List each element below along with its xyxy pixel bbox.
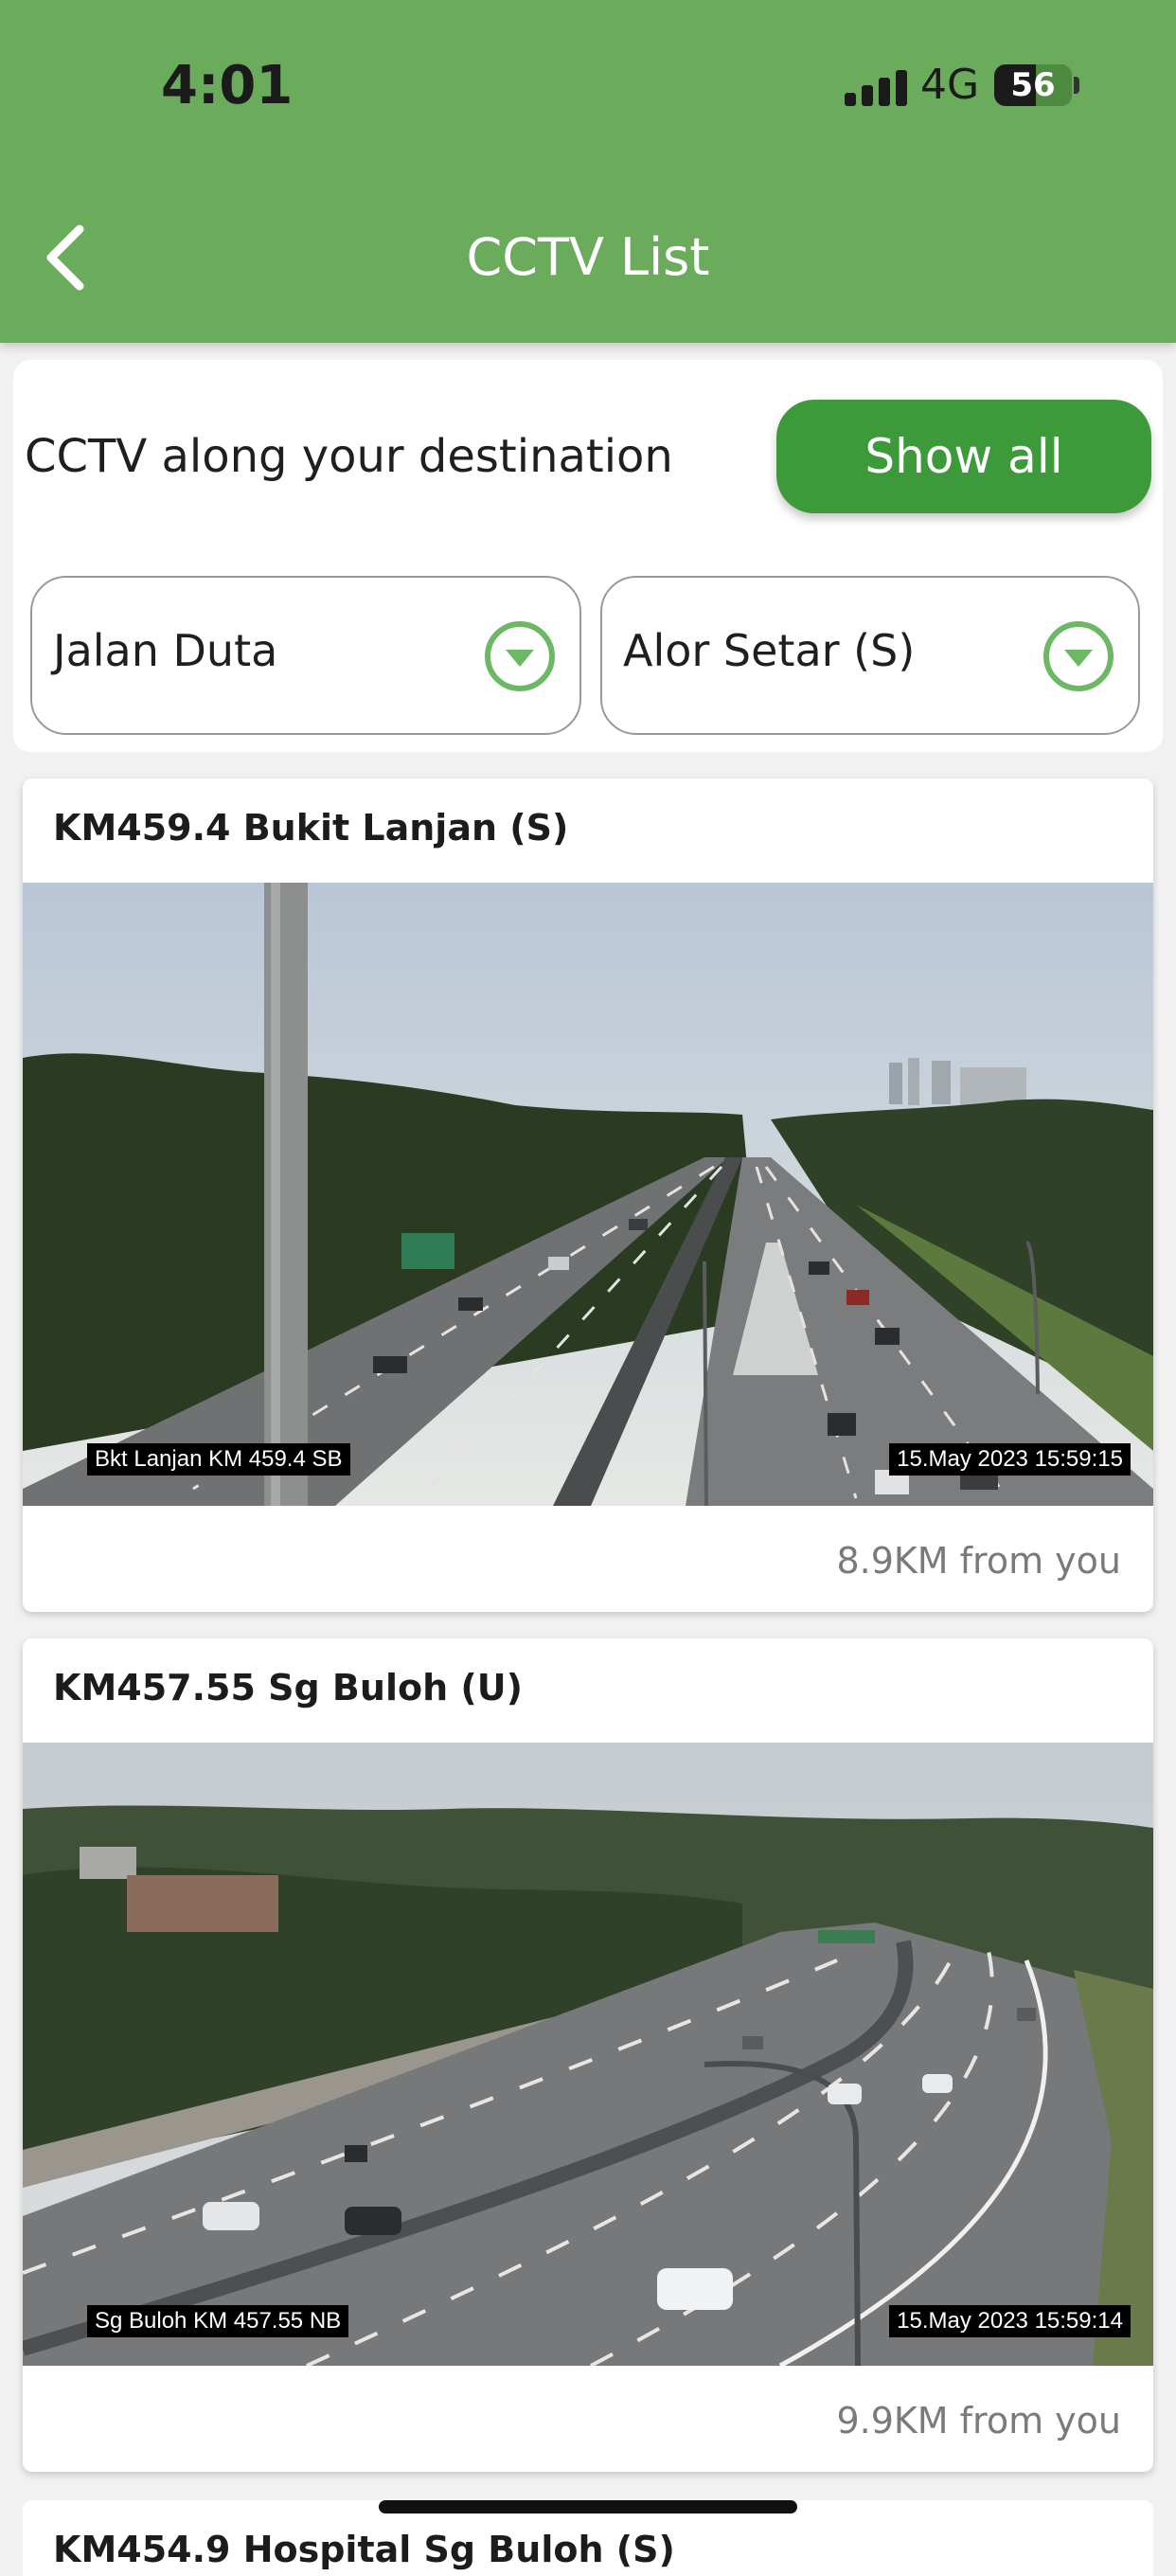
status-time: 4:01 <box>161 55 294 116</box>
cctv-distance: 9.9KM from you <box>836 2400 1121 2442</box>
battery-icon: 56 <box>994 64 1072 106</box>
camera-timestamp-overlay: 15.May 2023 15:59:15 <box>889 1443 1131 1476</box>
page-title: CCTV List <box>466 227 710 287</box>
chevron-down-circle-icon <box>485 621 555 691</box>
show-all-button[interactable]: Show all <box>776 400 1151 513</box>
camera-location-overlay: Sg Buloh KM 457.55 NB <box>87 2305 349 2337</box>
cctv-title: KM457.55 Sg Buloh (U) <box>53 1667 523 1708</box>
origin-select[interactable]: Jalan Duta <box>30 576 581 735</box>
cctv-camera-image[interactable]: Sg Buloh KM 457.55 NB 15.May 2023 15:59:… <box>23 1743 1153 2366</box>
home-indicator[interactable] <box>379 2500 797 2513</box>
origin-value: Jalan Duta <box>53 625 278 676</box>
camera-timestamp-overlay: 15.May 2023 15:59:14 <box>889 2305 1131 2337</box>
app-header: 4:01 4G 56 CCTV List <box>0 0 1176 343</box>
cctv-distance: 8.9KM from you <box>836 1540 1121 1582</box>
cctv-card[interactable]: KM459.4 Bukit Lanjan (S) Bkt Lanjan KM 4… <box>23 778 1153 1612</box>
cctv-title: KM454.9 Hospital Sg Buloh (S) <box>53 2529 675 2570</box>
battery-level: 56 <box>1010 66 1056 104</box>
battery-tip <box>1074 77 1079 94</box>
destination-value: Alor Setar (S) <box>623 625 916 676</box>
signal-icon <box>845 70 907 106</box>
cctv-camera-image[interactable]: Bkt Lanjan KM 459.4 SB 15.May 2023 15:59… <box>23 883 1153 1506</box>
chevron-down-circle-icon <box>1043 621 1114 691</box>
cctv-title: KM459.4 Bukit Lanjan (S) <box>53 807 569 849</box>
destination-select[interactable]: Alor Setar (S) <box>600 576 1140 735</box>
filter-label: CCTV along your destination <box>25 430 673 483</box>
camera-location-overlay: Bkt Lanjan KM 459.4 SB <box>87 1443 350 1476</box>
network-type: 4G <box>920 61 980 109</box>
cctv-card[interactable]: KM457.55 Sg Buloh (U) Sg Buloh KM 457.55… <box>23 1638 1153 2472</box>
destination-filter-card: CCTV along your destination Show all Jal… <box>13 360 1163 752</box>
